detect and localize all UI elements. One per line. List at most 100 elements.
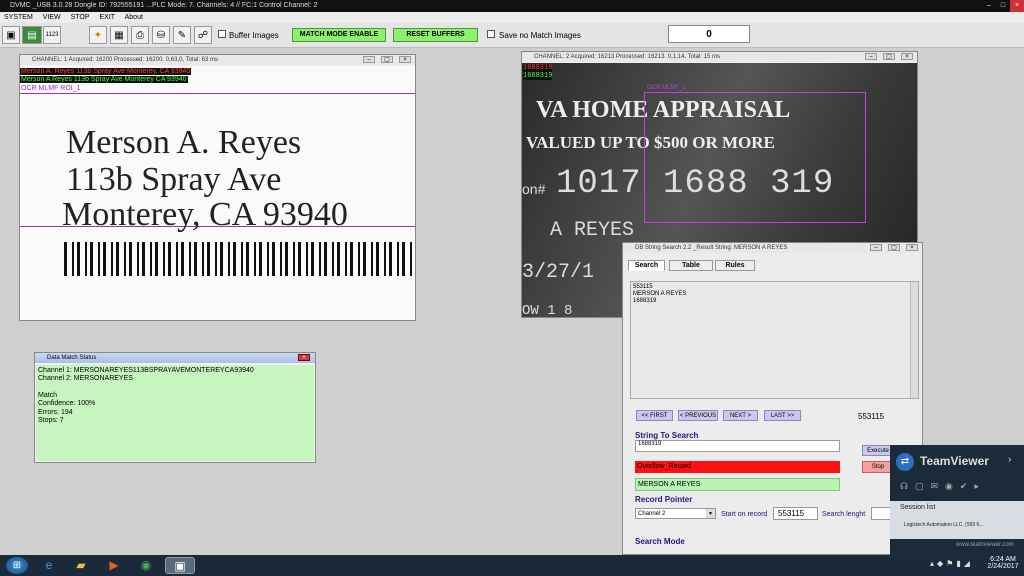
menu-about[interactable]: About — [125, 14, 143, 21]
tv-url[interactable]: www.teamviewer.com — [956, 542, 1014, 548]
tv-session-item[interactable]: Logictech Automation LLC. (993 6... — [904, 522, 984, 528]
db-minimize-button[interactable]: – — [870, 244, 882, 251]
card-bottom-text: OW 1 8 — [522, 303, 573, 317]
counter-1123-button[interactable]: 1123 — [43, 26, 61, 44]
postal-barcode — [64, 242, 415, 276]
previous-button[interactable]: < PREVIOUS — [678, 410, 718, 421]
ch2-minimize-button[interactable]: – — [865, 53, 877, 60]
ch2-result-green: 1688319 — [523, 72, 553, 80]
data-match-status-title: Data Match Status — [35, 353, 315, 363]
db-restore-button[interactable]: ▢ — [888, 244, 900, 251]
reset-buffers-button[interactable]: RESET BUFFERS — [393, 28, 478, 42]
match-status-body: Channel 1: MERSONAREYES113BSPRAYAVEMONTE… — [36, 365, 314, 461]
teamviewer-panel: ⇄ TeamViewer › ☊▢✉◉✔▸ Session list Logic… — [890, 445, 1024, 555]
menu-system[interactable]: SYSTEM — [4, 14, 33, 21]
overflow-record-bar: Overflow_Record — [635, 461, 840, 473]
doc-line-city: Monterey, CA 93940 — [62, 196, 348, 233]
app-titlebar: DVMC _USB 3.0.28 Dongle ID: 792555191 ..… — [0, 0, 1024, 12]
board-icon[interactable]: ▤ — [22, 26, 42, 44]
camera-icon[interactable]: ▣ — [2, 26, 20, 44]
ch2-restore-button[interactable]: ▢ — [883, 53, 895, 60]
menu-view[interactable]: VIEW — [43, 14, 61, 21]
chevron-down-icon: ▼ — [706, 509, 715, 518]
card-date: 3/27/1 — [522, 261, 595, 284]
record-number: 553115 — [858, 412, 885, 421]
doc-line-name: Merson A. Reyes — [66, 124, 302, 161]
save-no-match-label: Save no Match Images — [499, 31, 581, 40]
result-value-field: MERSON A REYES — [635, 478, 840, 491]
next-button[interactable]: NEXT > — [723, 410, 758, 421]
toolbar: ▣ ▤ 1123 ✦ ▦ ⎙ ⛁ ✎ ☍ Buffer Images MATCH… — [0, 23, 1024, 48]
ch1-result-red: Merson A. Reyes 113b Spray Ave Monterey,… — [20, 68, 192, 75]
first-button[interactable]: << FIRST — [636, 410, 673, 421]
match-status-close-button[interactable]: × — [298, 354, 310, 361]
search-value-input[interactable]: 1688319 — [635, 440, 840, 452]
network-icon[interactable]: ☍ — [194, 26, 212, 44]
teamviewer-brand: TeamViewer — [920, 454, 989, 468]
tv-session-list-label: Session list — [900, 504, 936, 511]
db-search-icon[interactable]: ⛁ — [152, 26, 170, 44]
buffer-images-label: Buffer Images — [229, 31, 279, 40]
channel-1-title: CHANNEL: 1 Acquired: 16200 Processed: 16… — [20, 55, 415, 65]
match-line: Match — [38, 391, 58, 399]
search-length-label: Search lenght — [822, 511, 866, 518]
ie-icon[interactable]: e — [38, 557, 60, 574]
teamviewer-logo-icon: ⇄ — [896, 453, 914, 471]
tv-minimize-icon[interactable]: › — [1008, 454, 1011, 465]
ch1-minimize-button[interactable]: – — [363, 56, 375, 63]
app-title: DVMC _USB 3.0.28 Dongle ID: 792555191 ..… — [10, 2, 318, 9]
card-name: A REYES — [550, 219, 635, 242]
channel-select-value: Channel 2 — [638, 511, 666, 517]
results-scrollbar[interactable] — [910, 282, 918, 398]
search-length-input[interactable] — [871, 507, 891, 520]
ch1-close-button[interactable]: × — [399, 56, 411, 63]
doc-line-street: 113b Spray Ave — [66, 161, 282, 198]
explorer-folder-icon[interactable]: ▰ — [70, 557, 92, 574]
clock[interactable]: 6:24 AM 2/24/2017 — [986, 556, 1020, 570]
ch2-close-button[interactable]: × — [901, 53, 913, 60]
string-to-search-label: String To Search — [635, 431, 699, 440]
printer-icon[interactable]: ⎙ — [131, 26, 149, 44]
tv-toolbar-icons[interactable]: ☊▢✉◉✔▸ — [900, 481, 1010, 492]
result-line: 553115 — [633, 284, 653, 290]
maximize-button[interactable]: □ — [996, 0, 1010, 12]
db-string-search-window: DB String Search 2.2 _Result String: MER… — [622, 242, 923, 555]
close-button[interactable]: × — [1010, 0, 1024, 12]
buffer-images-checkbox[interactable] — [218, 30, 226, 38]
channel-1-image: Merson A. Reyes 113b Spray Ave Monterey,… — [20, 66, 415, 320]
menu-bar: SYSTEM VIEW STOP EXIT About — [0, 12, 1024, 23]
tool-icon[interactable]: ✎ — [173, 26, 191, 44]
results-listbox[interactable]: 553115 MERSON A REYES 1688319 — [630, 281, 919, 399]
match-line: Stops: 7 — [38, 417, 64, 425]
last-button[interactable]: LAST >> — [764, 410, 801, 421]
tab-rules[interactable]: Rules — [715, 260, 755, 271]
ch1-result-green: Merson A Reyes 113b Spray Ave Monterey C… — [20, 76, 188, 83]
match-mode-enable-button[interactable]: MATCH MODE ENABLE — [292, 28, 386, 42]
media-player-icon[interactable]: ▶ — [103, 557, 125, 574]
start-record-input[interactable]: 553115 — [773, 507, 818, 520]
menu-stop[interactable]: STOP — [71, 14, 90, 21]
windows-start-icon[interactable]: ⊞ — [6, 557, 28, 574]
tray-icons[interactable]: ▴◆⚑▮◢ — [930, 559, 973, 568]
ch1-restore-button[interactable]: ▢ — [381, 56, 393, 63]
search-mode-label: Search Mode — [635, 537, 685, 546]
dvmc-taskbar-icon[interactable]: ▣ — [165, 557, 195, 574]
channel-select[interactable]: Channel 2 ▼ — [635, 508, 716, 519]
match-line: Errors: 194 — [38, 408, 73, 416]
tab-search[interactable]: Search — [628, 260, 665, 271]
match-line: Channel 2: MERSONAREYES — [38, 375, 133, 383]
ch2-result-red: 1688319 — [523, 64, 553, 72]
tv-session-area: Session list Logictech Automation LLC. (… — [890, 501, 1024, 539]
star-doc-icon[interactable]: ✦ — [89, 26, 107, 44]
clock-date: 2/24/2017 — [987, 563, 1019, 570]
ch2-roi-label: OCR MLMF_1 — [647, 85, 686, 91]
minimize-button[interactable]: – — [982, 0, 996, 12]
match-line — [38, 384, 312, 392]
ch2-roi-box[interactable]: OCR MLMF_1 — [644, 85, 866, 223]
grid-icon[interactable]: ▦ — [110, 26, 128, 44]
tab-table[interactable]: Table — [669, 260, 713, 271]
save-no-match-checkbox[interactable] — [487, 30, 495, 38]
db-close-button[interactable]: × — [906, 244, 918, 251]
menu-exit[interactable]: EXIT — [99, 14, 115, 21]
chrome-icon[interactable]: ◉ — [135, 557, 157, 574]
